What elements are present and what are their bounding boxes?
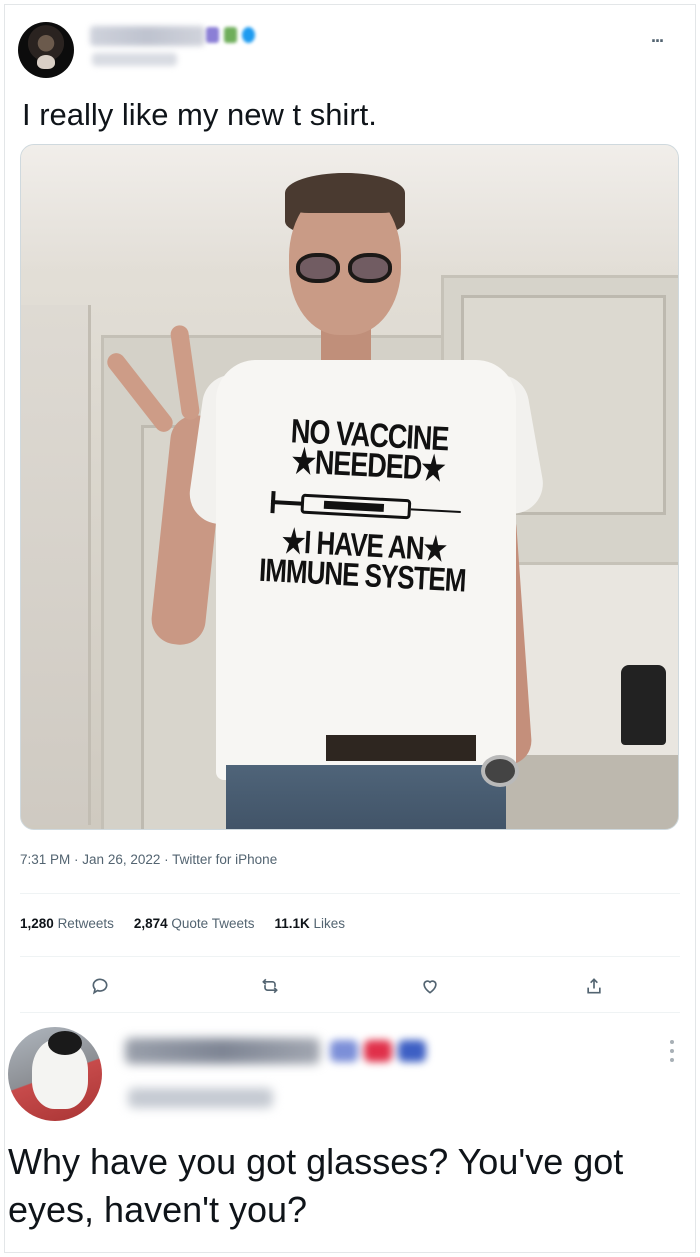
reply-icon[interactable]	[86, 972, 114, 1000]
reply-author-name-redacted[interactable]	[125, 1038, 320, 1064]
quote-tweets-count: 2,874	[133, 916, 168, 931]
divider	[20, 1012, 680, 1013]
quote-tweets-label: Quote Tweets	[171, 916, 255, 931]
likes-label: Likes	[313, 916, 346, 931]
reply-more-options-icon[interactable]	[670, 1040, 674, 1062]
reply-author-flag-badges	[330, 1040, 426, 1062]
tweet-actions-bar	[0, 968, 700, 1004]
retweet-icon[interactable]	[256, 972, 284, 1000]
reply-author-avatar[interactable]	[8, 1027, 102, 1121]
tweet-source[interactable]: Twitter for iPhone	[172, 852, 277, 867]
author-name-redacted[interactable]	[90, 26, 205, 46]
divider	[20, 956, 680, 957]
retweets-stat[interactable]: 1,280 Retweets	[20, 916, 114, 931]
likes-stat[interactable]: 11.1K Likes	[274, 916, 345, 931]
syringe-graphic	[270, 489, 461, 525]
reply-author-handle-redacted[interactable]	[128, 1088, 273, 1108]
divider	[20, 893, 680, 894]
tweet-meta: 7:31 PM · Jan 26, 2022 · Twitter for iPh…	[20, 852, 277, 867]
author-emoji-badges	[206, 27, 255, 43]
more-options-icon[interactable]: ...	[651, 26, 664, 47]
retweets-count: 1,280	[20, 916, 54, 931]
shirt-print: NO VACCINE ★NEEDED★ ★I HAVE AN★ IMMUNE S…	[252, 412, 481, 599]
quote-tweets-stat[interactable]: 2,874 Quote Tweets	[134, 916, 255, 931]
tweet-photo[interactable]: NO VACCINE ★NEEDED★ ★I HAVE AN★ IMMUNE S…	[20, 144, 679, 830]
tweet-stats: 1,280 Retweets 2,874 Quote Tweets 11.1K …	[20, 916, 345, 931]
author-handle-redacted[interactable]	[92, 53, 177, 66]
tweet-date[interactable]: Jan 26, 2022	[82, 852, 160, 867]
reply-text: Why have you got glasses? You've got eye…	[8, 1141, 624, 1230]
likes-count: 11.1K	[274, 916, 310, 931]
like-icon[interactable]	[416, 972, 444, 1000]
retweets-label: Retweets	[57, 916, 114, 931]
meta-separator: ·	[164, 852, 173, 867]
author-avatar[interactable]	[18, 22, 74, 78]
tweet-time[interactable]: 7:31 PM	[20, 852, 70, 867]
tweet-text: I really like my new t shirt.	[22, 97, 377, 132]
share-icon[interactable]	[580, 972, 608, 1000]
